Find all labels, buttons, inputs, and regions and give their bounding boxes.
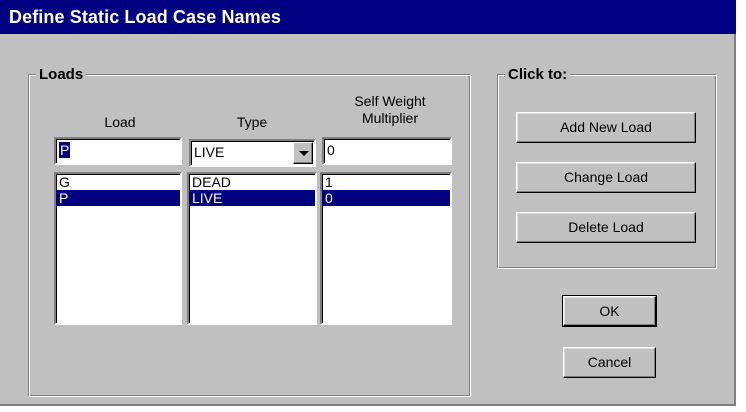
actions-group-legend: Click to:	[505, 67, 571, 83]
load-type-value: LIVE	[194, 144, 225, 160]
list-item[interactable]: LIVE	[189, 190, 315, 206]
self-weight-column-header-line1: Self Weight	[354, 93, 426, 109]
type-column-header: Type	[236, 114, 268, 130]
list-item[interactable]: G	[56, 174, 180, 190]
window-title-bar: Define Static Load Case Names	[0, 0, 736, 34]
add-new-load-button[interactable]: Add New Load	[516, 112, 696, 143]
list-item[interactable]: 0	[322, 190, 450, 206]
window-title: Define Static Load Case Names	[9, 7, 281, 27]
self-weight-multiplier-value: 0	[327, 142, 335, 158]
change-load-label: Change Load	[563, 169, 649, 185]
ok-button[interactable]: OK	[562, 295, 657, 327]
load-type-list[interactable]: DEAD LIVE	[187, 172, 317, 325]
load-type-select[interactable]: LIVE	[189, 139, 316, 167]
delete-load-button[interactable]: Delete Load	[516, 212, 696, 243]
load-name-list[interactable]: G P	[54, 172, 182, 325]
list-item[interactable]: P	[56, 190, 180, 206]
loads-group-legend: Loads	[36, 67, 87, 83]
load-name-input[interactable]: P	[54, 137, 182, 165]
cancel-label: Cancel	[587, 354, 632, 370]
delete-load-label: Delete Load	[568, 219, 644, 235]
list-item[interactable]: DEAD	[189, 174, 315, 190]
self-weight-column-header-line2: Multiplier	[361, 110, 418, 126]
load-name-value: P	[59, 142, 71, 158]
self-weight-multiplier-input[interactable]: 0	[322, 137, 452, 165]
ok-label: OK	[599, 303, 620, 319]
self-weight-multiplier-list[interactable]: 1 0	[320, 172, 452, 325]
chevron-down-icon	[299, 151, 309, 156]
load-column-header: Load	[104, 114, 136, 130]
cancel-button[interactable]: Cancel	[563, 347, 656, 378]
add-new-load-label: Add New Load	[560, 119, 652, 135]
list-item[interactable]: 1	[322, 174, 450, 190]
change-load-button[interactable]: Change Load	[516, 162, 696, 193]
load-type-dropdown-button[interactable]	[293, 142, 313, 164]
define-static-load-case-names-dialog: Define Static Load Case Names Loads Load…	[0, 0, 736, 406]
